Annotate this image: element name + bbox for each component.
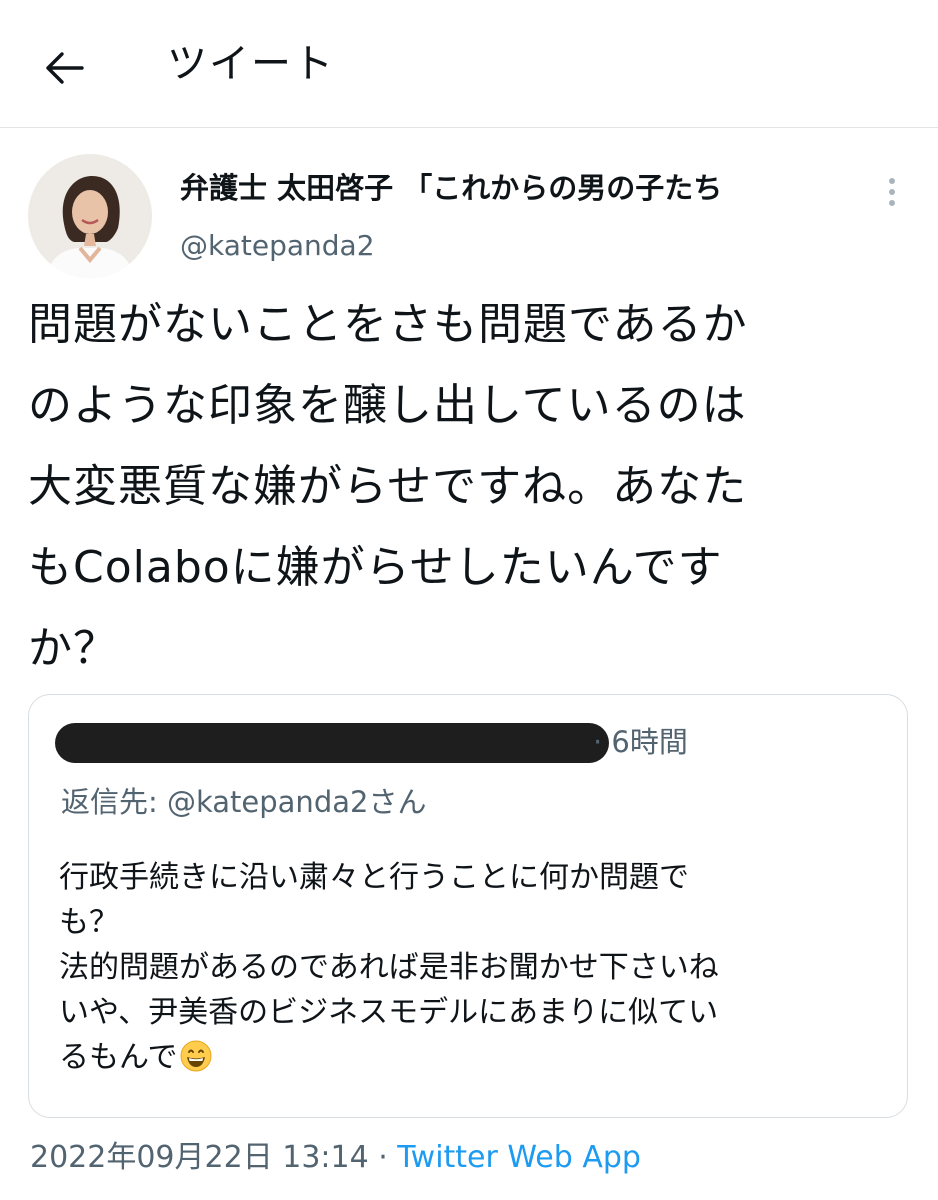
author-handle[interactable]: @katepanda2	[180, 224, 375, 268]
meta-separator: ·	[368, 1140, 398, 1175]
quoted-tweet-body: 行政手続きに沿い粛々と行うことに何か問題で も？ 法的問題があるのであれば是非お…	[59, 860, 719, 1075]
vertical-ellipsis-icon	[889, 178, 895, 184]
more-options-button[interactable]	[880, 168, 904, 216]
back-button[interactable]	[38, 42, 90, 94]
quoted-tweet-text: 行政手続きに沿い粛々と行うことに何か問題で も？ 法的問題があるのであれば是非お…	[59, 855, 889, 1080]
arrow-left-icon	[46, 52, 84, 84]
top-bar: ツイート	[0, 0, 938, 128]
quoted-tweet-time: · 6時間	[593, 725, 688, 759]
tweet-text: 問題がないことをさも問題であるか のような印象を醸し出しているのは 大変悪質な嫌…	[28, 299, 748, 674]
source-app-link[interactable]: Twitter Web App	[397, 1140, 641, 1175]
avatar[interactable]	[28, 154, 152, 278]
redacted-author	[55, 723, 609, 763]
tweet-timestamp[interactable]: 2022年09月22日 13:14	[30, 1140, 369, 1175]
tweet-meta: 2022年09月22日 13:14 · Twitter Web App	[30, 1134, 641, 1182]
author-display-name[interactable]: 弁護士 太田啓子 「これからの男の子たち	[180, 166, 860, 210]
reply-to-label: 返信先: @katepanda2さん	[61, 785, 427, 819]
grinning-face-emoji	[180, 1040, 211, 1072]
page-title: ツイート	[167, 41, 335, 87]
quoted-tweet-card[interactable]: · 6時間 返信先: @katepanda2さん 行政手続きに沿い粛々と行うこと…	[28, 694, 908, 1118]
